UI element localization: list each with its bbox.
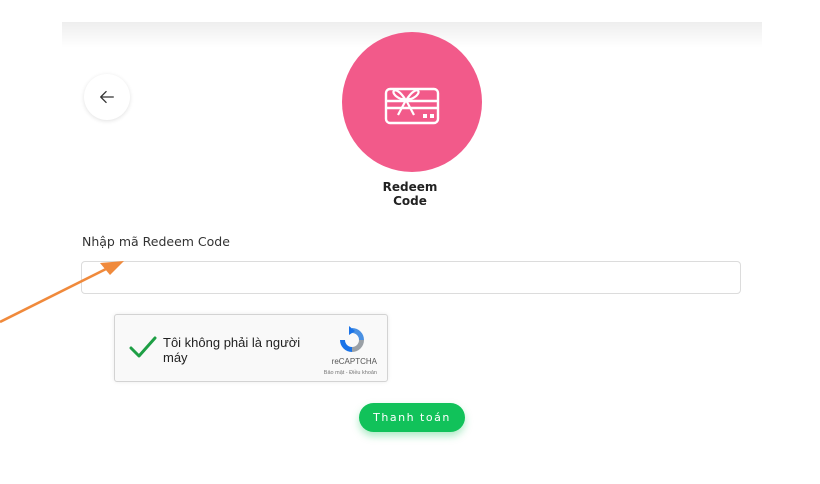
recaptcha-text: Tôi không phải là người máy [163,335,301,365]
page-title-line1: Redeem [382,180,438,194]
recaptcha-brand: reCAPTCHA [331,357,377,366]
redeem-code-input[interactable] [81,261,741,294]
checkmark-icon[interactable] [129,335,157,359]
redeem-icon-circle [342,32,482,172]
page-title: Redeem Code [362,180,458,208]
recaptcha-links[interactable]: Bảo mật - Điều khoản [324,370,377,376]
recaptcha-widget: Tôi không phải là người máy reCAPTCHA Bả… [114,314,388,382]
pay-button[interactable]: Thanh toán [359,403,465,432]
back-button[interactable] [84,74,130,120]
arrow-left-icon [100,90,114,104]
gift-card-icon [384,87,440,125]
page-title-line2: Code [393,194,427,208]
code-field-label: Nhập mã Redeem Code [82,234,230,249]
recaptcha-logo-icon [340,326,364,352]
